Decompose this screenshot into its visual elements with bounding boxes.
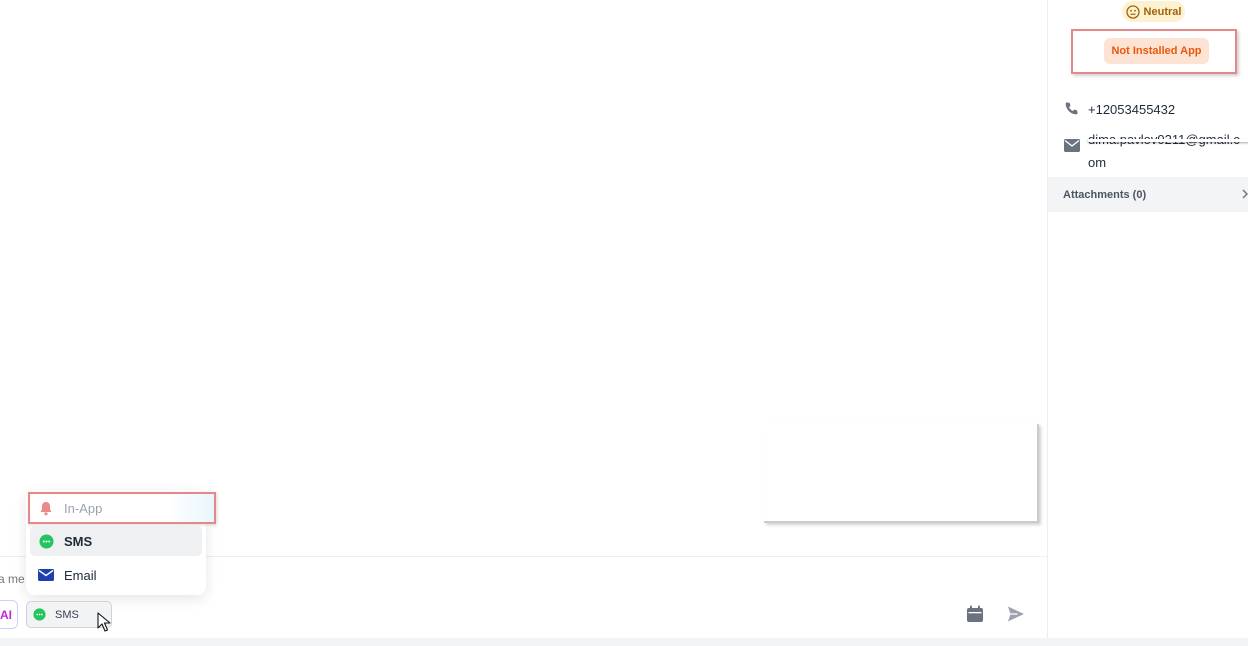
phone-number: +12053455432: [1088, 101, 1176, 117]
sentiment-label: Neutral: [1143, 5, 1182, 18]
app-status-badge: Not Installed App: [1104, 38, 1209, 64]
attachments-section[interactable]: Attachments (0): [1048, 177, 1248, 212]
sentiment-badge: Neutral: [1122, 1, 1185, 22]
bell-icon: [38, 500, 54, 516]
email-address: dima.pavlov0211@gmail.com: [1088, 132, 1240, 170]
chevron-right-icon: [1241, 187, 1248, 201]
channel-select-label: SMS: [55, 608, 79, 621]
envelope-icon: [1064, 139, 1080, 155]
bottom-strip: [0, 638, 1248, 646]
message-input[interactable]: [0, 566, 898, 592]
ai-button[interactable]: AI: [0, 600, 18, 629]
send-icon: [1008, 606, 1024, 622]
ai-button-label: AI: [0, 607, 12, 622]
email-redaction-line: [1088, 139, 1248, 142]
schedule-button[interactable]: [966, 605, 984, 623]
mouse-pointer-icon: [97, 612, 111, 632]
chat-bubble-icon: [38, 533, 54, 549]
email-row[interactable]: dima.pavlov0211@gmail.com: [1064, 128, 1248, 174]
chat-bubble-icon: [33, 607, 47, 622]
menu-item-sms[interactable]: SMS: [30, 526, 202, 556]
calendar-icon: [967, 605, 983, 622]
contact-details-panel: Neutral Not Installed App +12053455432 d…: [1047, 0, 1248, 638]
menu-item-in-app[interactable]: In-App: [28, 492, 216, 524]
attachments-label: Attachments (0): [1063, 188, 1147, 201]
menu-item-label: SMS: [64, 533, 93, 549]
send-button[interactable]: [1007, 605, 1025, 623]
phone-icon: [1064, 101, 1080, 117]
ghost-window-shadow: [764, 424, 1039, 523]
neutral-face-icon: [1125, 4, 1140, 19]
phone-row[interactable]: +12053455432: [1064, 100, 1175, 118]
menu-item-label: In-App: [64, 500, 103, 516]
